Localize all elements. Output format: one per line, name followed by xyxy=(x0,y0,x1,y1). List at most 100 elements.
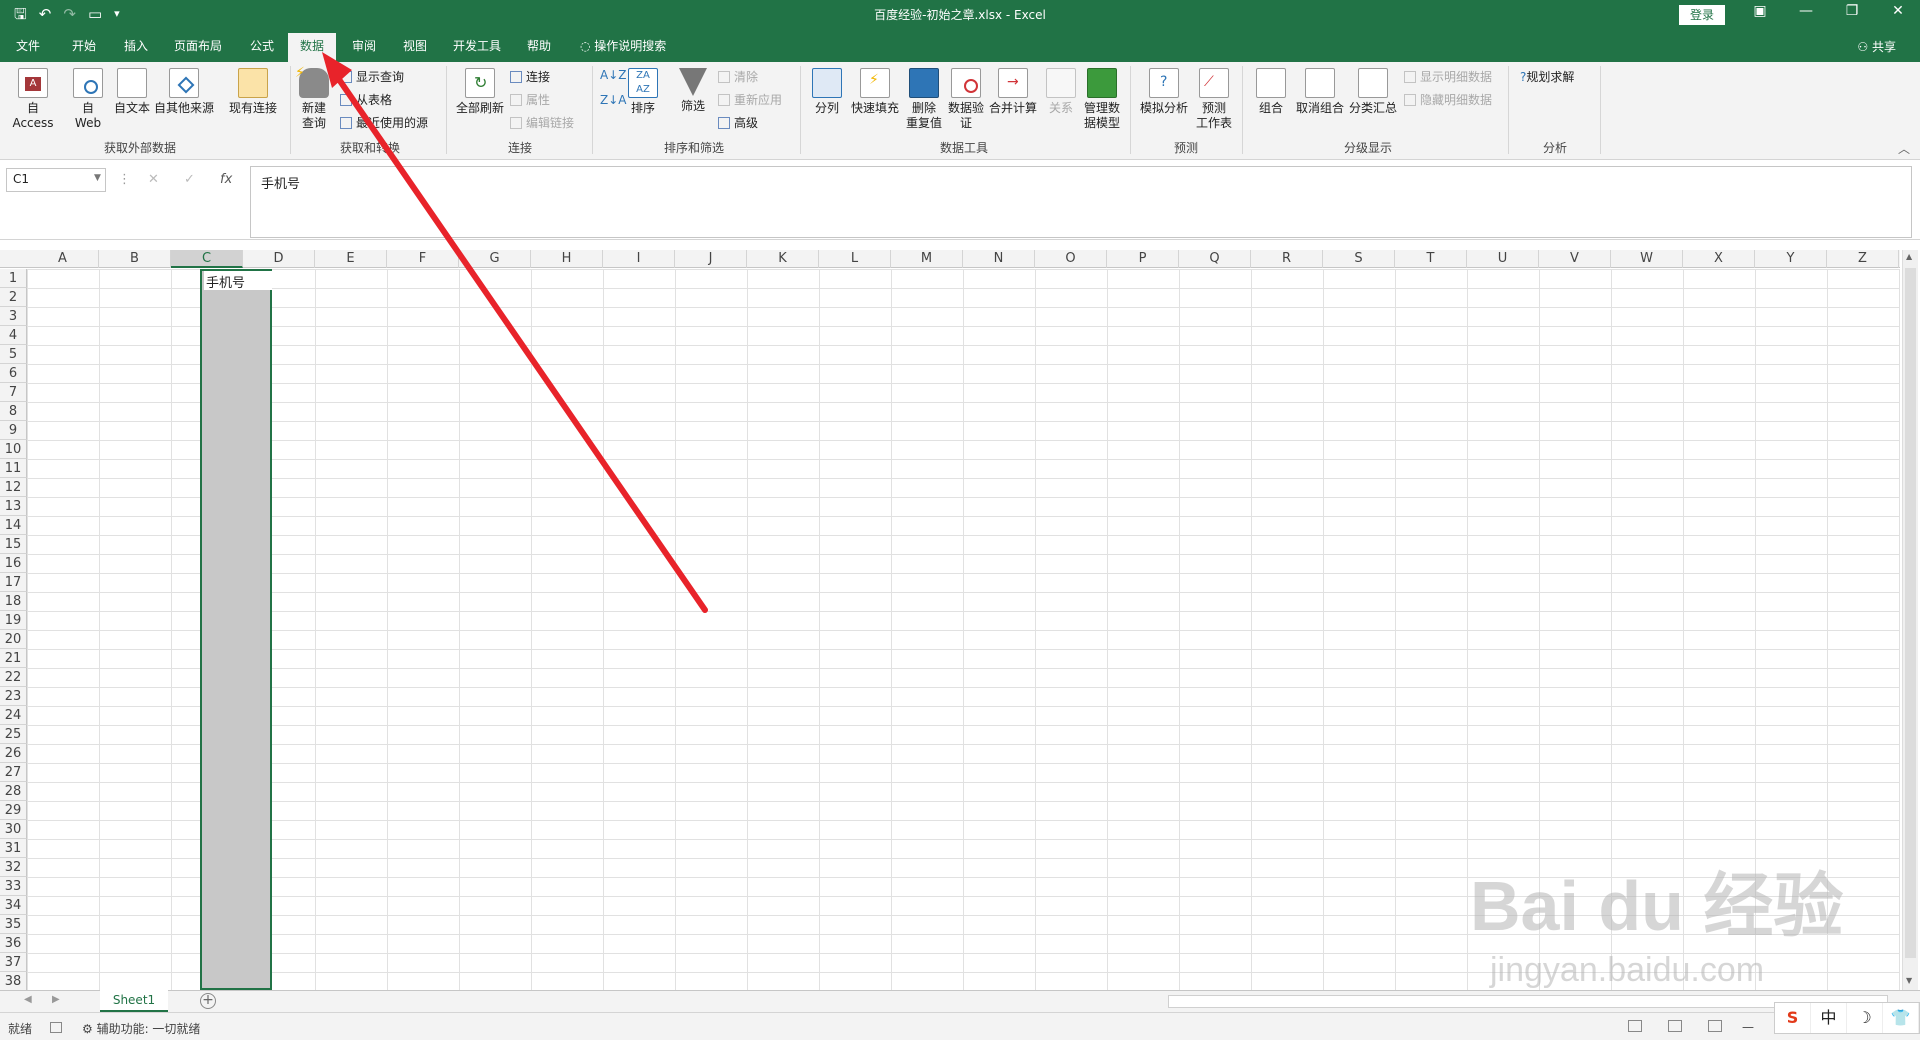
column-header-f[interactable]: F xyxy=(387,250,459,268)
row-header-14[interactable]: 14 xyxy=(0,516,27,535)
row-header-2[interactable]: 2 xyxy=(0,288,27,307)
column-header-i[interactable]: I xyxy=(603,250,675,268)
row-header-1[interactable]: 1 xyxy=(0,269,27,288)
reapply-button[interactable]: 重新应用 xyxy=(718,91,782,108)
row-header-36[interactable]: 36 xyxy=(0,934,27,953)
moon-icon[interactable]: ☽ xyxy=(1847,1003,1883,1033)
vertical-scroll-thumb[interactable] xyxy=(1905,268,1916,958)
sheet-tab-sheet1[interactable]: Sheet1 xyxy=(100,990,168,1012)
subtotal-button[interactable]: 分类汇总 xyxy=(1348,68,1398,116)
row-header-32[interactable]: 32 xyxy=(0,858,27,877)
row-header-37[interactable]: 37 xyxy=(0,953,27,972)
column-header-l[interactable]: L xyxy=(819,250,891,268)
sort-ascending-button[interactable]: A↓Z Z↓A xyxy=(600,68,626,108)
row-header-16[interactable]: 16 xyxy=(0,554,27,573)
row-header-9[interactable]: 9 xyxy=(0,421,27,440)
column-header-t[interactable]: T xyxy=(1395,250,1467,268)
row-header-20[interactable]: 20 xyxy=(0,630,27,649)
row-header-33[interactable]: 33 xyxy=(0,877,27,896)
name-box[interactable]: C1 xyxy=(6,168,106,192)
add-sheet-icon[interactable]: + xyxy=(200,993,216,1009)
row-header-30[interactable]: 30 xyxy=(0,820,27,839)
row-header-35[interactable]: 35 xyxy=(0,915,27,934)
existing-connections-button[interactable]: 现有连接 xyxy=(226,68,280,116)
tab-insert[interactable]: 插入 xyxy=(124,37,148,54)
from-table-button[interactable]: 从表格 xyxy=(340,91,392,108)
enter-icon[interactable]: ✓ xyxy=(184,172,195,187)
forecast-sheet-button[interactable]: ⟋ 预测 工作表 xyxy=(1194,68,1234,131)
row-header-24[interactable]: 24 xyxy=(0,706,27,725)
tell-me-search[interactable]: ◌ 操作说明搜索 xyxy=(580,37,666,54)
column-header-g[interactable]: G xyxy=(459,250,531,268)
refresh-all-button[interactable]: ↻ 全部刷新 xyxy=(454,68,506,116)
properties-button[interactable]: 属性 xyxy=(510,91,550,108)
login-button[interactable]: 登录 xyxy=(1679,5,1725,25)
from-web-button[interactable]: 自 Web xyxy=(72,68,104,131)
row-header-6[interactable]: 6 xyxy=(0,364,27,383)
next-sheet-icon[interactable]: ▶ xyxy=(52,994,60,1005)
from-access-button[interactable]: A 自 Access xyxy=(8,68,58,131)
column-header-b[interactable]: B xyxy=(99,250,171,268)
sort-button[interactable]: ZA AZ 排序 xyxy=(626,68,660,116)
row-header-5[interactable]: 5 xyxy=(0,345,27,364)
page-layout-view-icon[interactable] xyxy=(1668,1020,1682,1032)
solver-button[interactable]: ?规划求解 xyxy=(1520,68,1574,85)
scroll-down-icon[interactable]: ▼ xyxy=(1906,976,1912,985)
data-validation-button[interactable]: 数据验 证 xyxy=(946,68,986,131)
tab-data[interactable]: 数据 xyxy=(288,33,337,62)
row-header-4[interactable]: 4 xyxy=(0,326,27,345)
remove-duplicates-button[interactable]: 删除 重复值 xyxy=(904,68,944,131)
row-header-7[interactable]: 7 xyxy=(0,383,27,402)
row-header-13[interactable]: 13 xyxy=(0,497,27,516)
column-header-d[interactable]: D xyxy=(243,250,315,268)
tab-developer[interactable]: 开发工具 xyxy=(453,37,501,54)
row-header-17[interactable]: 17 xyxy=(0,573,27,592)
row-header-11[interactable]: 11 xyxy=(0,459,27,478)
tab-review[interactable]: 审阅 xyxy=(352,37,376,54)
zoom-out-icon[interactable]: — xyxy=(1742,1020,1754,1034)
row-header-28[interactable]: 28 xyxy=(0,782,27,801)
column-header-j[interactable]: J xyxy=(675,250,747,268)
edit-links-button[interactable]: 编辑链接 xyxy=(510,114,574,131)
filter-button[interactable]: 筛选 xyxy=(676,68,710,114)
normal-view-icon[interactable] xyxy=(1628,1020,1642,1032)
show-detail-button[interactable]: 显示明细数据 xyxy=(1404,68,1492,85)
accessibility-status[interactable]: ⚙ 辅助功能: 一切就绪 xyxy=(82,1020,200,1037)
column-header-k[interactable]: K xyxy=(747,250,819,268)
text-to-columns-button[interactable]: 分列 xyxy=(810,68,844,116)
column-header-u[interactable]: U xyxy=(1467,250,1539,268)
insert-function-icon[interactable]: fx xyxy=(220,172,232,187)
column-header-p[interactable]: P xyxy=(1107,250,1179,268)
column-header-s[interactable]: S xyxy=(1323,250,1395,268)
row-header-3[interactable]: 3 xyxy=(0,307,27,326)
row-header-12[interactable]: 12 xyxy=(0,478,27,497)
column-header-z[interactable]: Z xyxy=(1827,250,1899,268)
row-header-8[interactable]: 8 xyxy=(0,402,27,421)
row-header-21[interactable]: 21 xyxy=(0,649,27,668)
column-header-m[interactable]: M xyxy=(891,250,963,268)
hide-detail-button[interactable]: 隐藏明细数据 xyxy=(1404,91,1492,108)
cell-c1[interactable]: 手机号 xyxy=(204,271,272,291)
row-header-25[interactable]: 25 xyxy=(0,725,27,744)
flash-fill-button[interactable]: ⚡ 快速填充 xyxy=(850,68,900,116)
row-header-38[interactable]: 38 xyxy=(0,972,27,991)
column-header-r[interactable]: R xyxy=(1251,250,1323,268)
selected-column-c[interactable]: 手机号 xyxy=(200,269,272,990)
scroll-up-icon[interactable]: ▲ xyxy=(1906,252,1912,261)
name-box-dropdown-icon[interactable]: ▼ xyxy=(94,173,101,183)
connections-button[interactable]: 连接 xyxy=(510,68,550,85)
manage-data-model-button[interactable]: 管理数 据模型 xyxy=(1082,68,1122,131)
column-header-y[interactable]: Y xyxy=(1755,250,1827,268)
column-header-a[interactable]: A xyxy=(27,250,99,268)
sogou-icon[interactable]: S xyxy=(1775,1003,1811,1033)
row-header-26[interactable]: 26 xyxy=(0,744,27,763)
cancel-icon[interactable]: ✕ xyxy=(148,172,159,187)
minimize-button[interactable]: — xyxy=(1786,3,1826,19)
column-header-o[interactable]: O xyxy=(1035,250,1107,268)
share-button[interactable]: ⚇ 共享 xyxy=(1857,38,1896,55)
column-header-c[interactable]: C xyxy=(171,250,243,268)
recent-sources-button[interactable]: 最近使用的源 xyxy=(340,114,428,131)
tab-home[interactable]: 开始 xyxy=(72,37,96,54)
prev-sheet-icon[interactable]: ◀ xyxy=(24,994,32,1005)
tab-help[interactable]: 帮助 xyxy=(527,37,551,54)
